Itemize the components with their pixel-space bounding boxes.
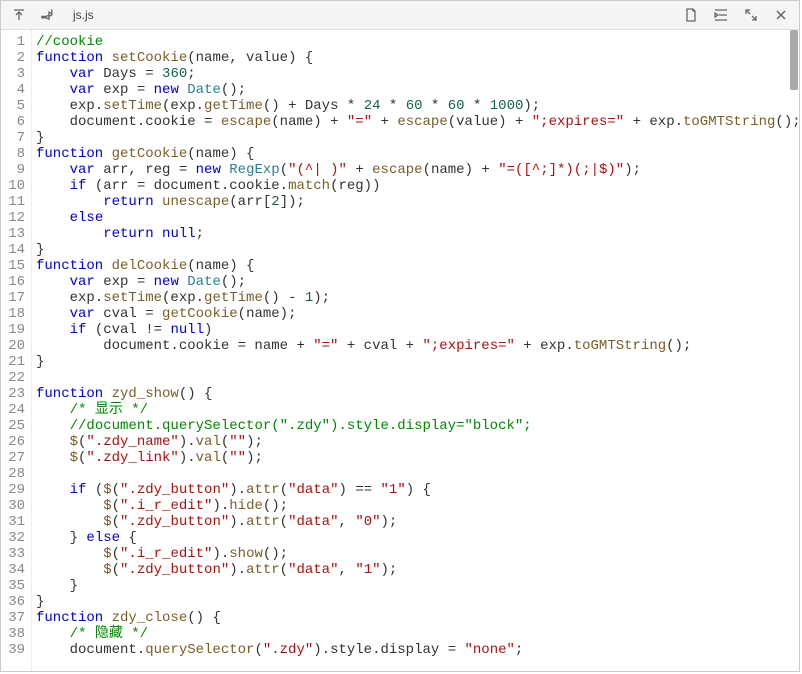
line-number: 2: [1, 50, 31, 66]
code-line[interactable]: var Days = 360;: [36, 66, 799, 82]
line-number: 33: [1, 546, 31, 562]
line-number: 10: [1, 178, 31, 194]
line-number-gutter: 1234567891011121314151617181920212223242…: [1, 30, 32, 671]
code-line[interactable]: /* 显示 */: [36, 402, 799, 418]
code-line[interactable]: }: [36, 354, 799, 370]
code-line[interactable]: function zdy_close() {: [36, 610, 799, 626]
line-number: 39: [1, 642, 31, 658]
code-line[interactable]: exp.setTime(exp.getTime() + Days * 24 * …: [36, 98, 799, 114]
code-line[interactable]: $(".zdy_name").val("");: [36, 434, 799, 450]
line-number: 8: [1, 146, 31, 162]
line-number: 26: [1, 434, 31, 450]
line-number: 16: [1, 274, 31, 290]
expand-icon[interactable]: [741, 5, 761, 25]
code-line[interactable]: document.cookie = name + "=" + cval + ";…: [36, 338, 799, 354]
line-number: 29: [1, 482, 31, 498]
code-line[interactable]: /* 隐藏 */: [36, 626, 799, 642]
line-number: 30: [1, 498, 31, 514]
scrollbar-thumb[interactable]: [790, 30, 798, 90]
code-line[interactable]: $(".zdy_link").val("");: [36, 450, 799, 466]
code-line[interactable]: }: [36, 578, 799, 594]
jump-top-icon[interactable]: [9, 5, 29, 25]
code-line[interactable]: if (arr = document.cookie.match(reg)): [36, 178, 799, 194]
code-content[interactable]: //cookiefunction setCookie(name, value) …: [32, 30, 799, 671]
line-number: 37: [1, 610, 31, 626]
line-number: 18: [1, 306, 31, 322]
code-line[interactable]: function getCookie(name) {: [36, 146, 799, 162]
code-line[interactable]: return null;: [36, 226, 799, 242]
line-number: 15: [1, 258, 31, 274]
code-line[interactable]: }: [36, 130, 799, 146]
close-icon[interactable]: [771, 5, 791, 25]
code-line[interactable]: $(".i_r_edit").hide();: [36, 498, 799, 514]
code-line[interactable]: function delCookie(name) {: [36, 258, 799, 274]
line-number: 31: [1, 514, 31, 530]
toolbar: js.js: [1, 1, 799, 30]
line-number: 34: [1, 562, 31, 578]
code-line[interactable]: function setCookie(name, value) {: [36, 50, 799, 66]
line-number: 11: [1, 194, 31, 210]
line-number: 28: [1, 466, 31, 482]
line-number: 14: [1, 242, 31, 258]
code-line[interactable]: if ($(".zdy_button").attr("data") == "1"…: [36, 482, 799, 498]
line-number: 27: [1, 450, 31, 466]
line-number: 12: [1, 210, 31, 226]
vertical-scrollbar[interactable]: [787, 30, 799, 671]
code-line[interactable]: [36, 370, 799, 386]
code-line[interactable]: else: [36, 210, 799, 226]
code-line[interactable]: //cookie: [36, 34, 799, 50]
code-line[interactable]: $(".zdy_button").attr("data", "0");: [36, 514, 799, 530]
line-number: 35: [1, 578, 31, 594]
line-number: 23: [1, 386, 31, 402]
line-number: 5: [1, 98, 31, 114]
line-number: 13: [1, 226, 31, 242]
code-line[interactable]: }: [36, 242, 799, 258]
line-number: 38: [1, 626, 31, 642]
line-number: 21: [1, 354, 31, 370]
line-number: 3: [1, 66, 31, 82]
code-line[interactable]: function zyd_show() {: [36, 386, 799, 402]
line-number: 24: [1, 402, 31, 418]
line-number: 36: [1, 594, 31, 610]
editor-window: js.js 1234567891011121314151617181920212…: [0, 0, 800, 672]
line-number: 17: [1, 290, 31, 306]
tab-filename[interactable]: js.js: [69, 8, 94, 22]
code-line[interactable]: document.cookie = escape(name) + "=" + e…: [36, 114, 799, 130]
line-number: 4: [1, 82, 31, 98]
code-line[interactable]: document.querySelector(".zdy").style.dis…: [36, 642, 799, 658]
line-number: 9: [1, 162, 31, 178]
new-file-icon[interactable]: [681, 5, 701, 25]
code-line[interactable]: var exp = new Date();: [36, 274, 799, 290]
line-number: 20: [1, 338, 31, 354]
code-line[interactable]: exp.setTime(exp.getTime() - 1);: [36, 290, 799, 306]
code-line[interactable]: var cval = getCookie(name);: [36, 306, 799, 322]
code-line[interactable]: if (cval != null): [36, 322, 799, 338]
code-line[interactable]: $(".i_r_edit").show();: [36, 546, 799, 562]
line-number: 19: [1, 322, 31, 338]
line-number: 25: [1, 418, 31, 434]
line-number: 22: [1, 370, 31, 386]
line-number: 7: [1, 130, 31, 146]
code-line[interactable]: var exp = new Date();: [36, 82, 799, 98]
code-line[interactable]: $(".zdy_button").attr("data", "1");: [36, 562, 799, 578]
pin-icon[interactable]: [39, 5, 59, 25]
code-line[interactable]: var arr, reg = new RegExp("(^| )" + esca…: [36, 162, 799, 178]
code-line[interactable]: return unescape(arr[2]);: [36, 194, 799, 210]
line-number: 1: [1, 34, 31, 50]
indent-icon[interactable]: [711, 5, 731, 25]
line-number: 6: [1, 114, 31, 130]
editor-area[interactable]: 1234567891011121314151617181920212223242…: [1, 30, 799, 671]
code-line[interactable]: //document.querySelector(".zdy").style.d…: [36, 418, 799, 434]
line-number: 32: [1, 530, 31, 546]
code-line[interactable]: }: [36, 594, 799, 610]
code-line[interactable]: } else {: [36, 530, 799, 546]
code-line[interactable]: [36, 466, 799, 482]
